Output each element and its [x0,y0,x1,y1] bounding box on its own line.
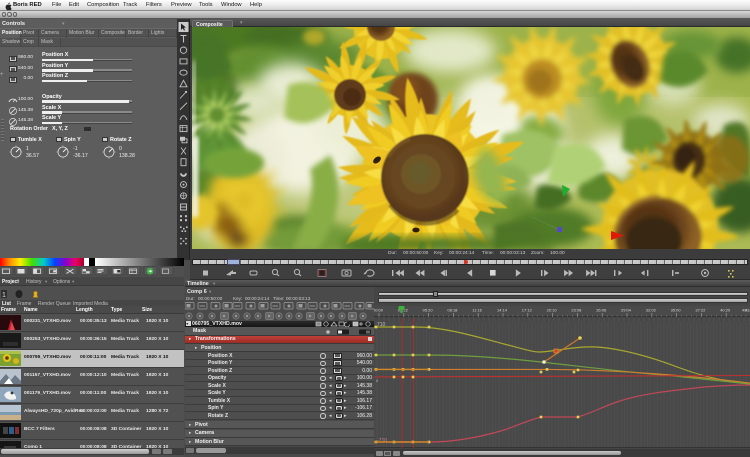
svg-text:40:20: 40:20 [720,308,731,313]
svg-text:11:16: 11:16 [472,308,482,313]
svg-text:08:18: 08:18 [447,308,458,313]
svg-text:1: 1 [2,292,6,299]
svg-text:14:14: 14:14 [497,308,508,313]
svg-text:05:20: 05:20 [423,308,434,313]
svg-text:29:04: 29:04 [621,308,632,313]
svg-text:37:22: 37:22 [695,308,706,313]
svg-text:35:00: 35:00 [671,308,682,313]
svg-text:49:: 49: [742,308,748,313]
svg-text:20:10: 20:10 [547,308,558,313]
svg-text:17:12: 17:12 [522,308,533,313]
svg-text:-710: -710 [377,438,387,444]
svg-text:x: x [376,378,379,383]
svg-text:26:06: 26:06 [596,308,607,313]
svg-text:23:08: 23:08 [571,308,582,313]
svg-text:32:02: 32:02 [646,308,657,313]
svg-text:00:00: 00:00 [374,308,384,313]
